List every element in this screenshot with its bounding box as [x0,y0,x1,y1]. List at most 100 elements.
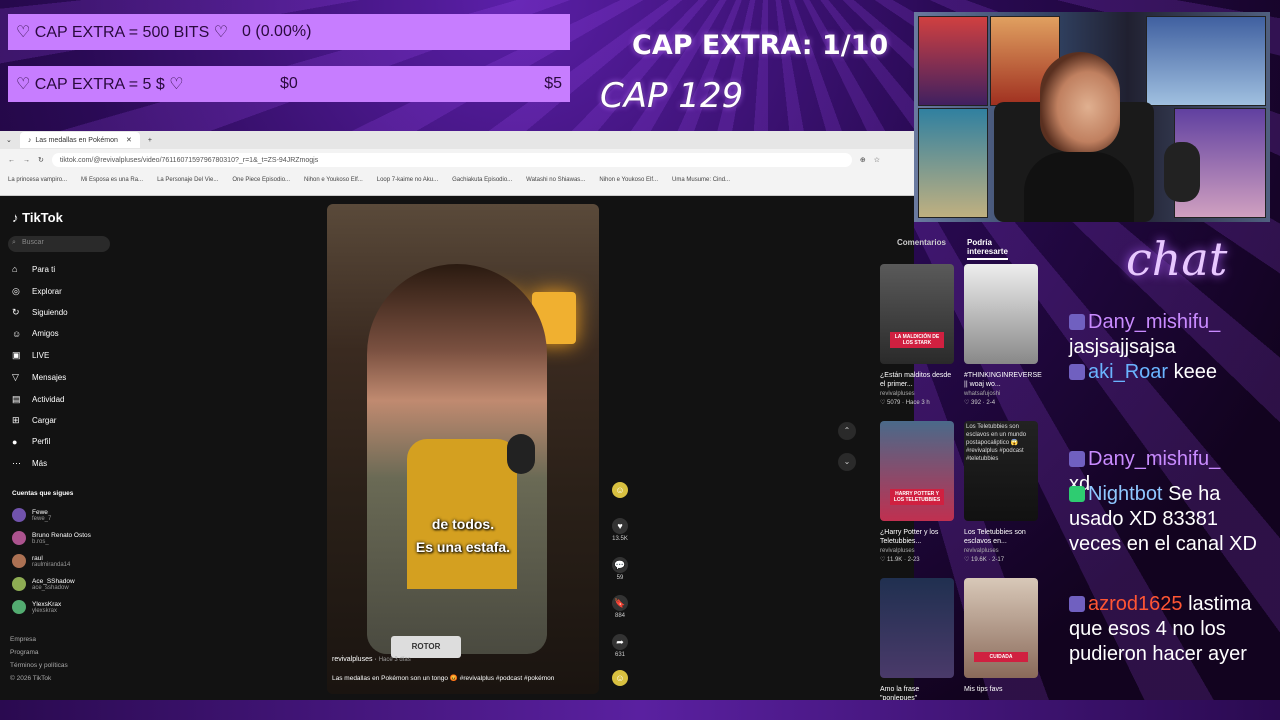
chat-username: Dany_mishifu_ [1088,448,1221,470]
dollar-goal-current: $0 [280,75,298,92]
sound-avatar[interactable]: ☺ [610,670,630,688]
suggested-video-card[interactable]: LA MALDICIÓN DE LOS STARK ¿Están malditos… [880,264,954,406]
comment-button[interactable]: 💬 59 [610,556,630,581]
suggested-video-card[interactable]: HARRY POTTER Y LOS TELETUBBIES ¿Harry Pot… [880,421,954,563]
video-subtitle-2: Es una estafa. [415,539,511,555]
account-handle: raulmiranda14 [32,561,71,568]
tiktok-logo[interactable]: ♪ TikTok [12,210,63,225]
nav-icon: ◎ [12,285,20,296]
tab-suggested[interactable]: Podría interesarte [967,238,1008,260]
nav-item-cargar[interactable]: ⊞ Cargar [12,415,56,426]
following-account[interactable]: Bruno Renato Ostos b.ros_ [12,531,91,545]
reload-icon[interactable]: ↻ [38,156,44,164]
card-stats: ♡ 5079 · Hace 3 h [880,400,930,406]
search-input[interactable]: ⌕ Buscar [8,236,110,252]
host-shirt [407,439,517,589]
account-name: Bruno Renato Ostos [32,531,91,539]
creator-avatar[interactable]: ☺ [610,482,630,500]
nav-item-perfil[interactable]: ● Perfil [12,437,50,447]
streamer-microphone [1164,142,1200,202]
avatar [12,508,26,522]
card-stats: ♡ 392 · 2-4 [964,400,996,406]
card-title: ¿Están malditos desde el primer... [880,372,952,388]
zoom-icon[interactable]: ⊕ [860,156,866,164]
nav-icon: ▽ [12,372,19,382]
nav-item-explorar[interactable]: ◎ Explorar [12,286,62,297]
bookmark-item[interactable]: Nihon e Youkoso Elf... [599,177,658,183]
forward-icon[interactable]: → [23,157,30,164]
chat-badge-icon [1069,486,1085,502]
nav-item-siguiendo[interactable]: ↻ Siguiendo [12,307,68,318]
anime-poster [918,16,988,106]
tab-comments[interactable]: Comentarios [897,238,946,247]
account-name: Fewe [32,508,48,516]
card-user: revivalpluses [964,548,999,554]
video-thumbnail: Los Teletubbies son esclavos en un mundo… [964,421,1038,521]
previous-video-button[interactable]: ⌃ [838,422,856,440]
nav-icon: ⊞ [12,415,20,426]
chevron-down-icon[interactable]: ⌄ [6,136,12,144]
browser-tab-title: Las medallas en Pokémon [35,136,118,144]
footer-link[interactable]: Empresa [10,636,36,643]
following-account[interactable]: Ace_SShadow ace_sshadow [12,577,75,591]
chat-message: azrod1625 lastima que esos 4 no los pudi… [1069,592,1274,667]
nav-item-label: Explorar [32,286,62,296]
bookmark-item[interactable]: Watashi no Shiawas... [526,177,585,183]
suggested-video-card[interactable]: CUIDADA Mis tips favs [964,578,1038,694]
nav-item-live[interactable]: ▣ LIVE [12,350,49,361]
bookmark-item[interactable]: La Personaje Del Vie... [157,177,218,183]
browser-toolbar: ← → ↻ tiktok.com/@revivalpluses/video/76… [0,149,914,171]
tiktok-favicon-icon: ♪ [27,136,32,144]
nav-item-actividad[interactable]: ▤ Actividad [12,394,64,405]
suggested-video-card[interactable]: Los Teletubbies son esclavos en un mundo… [964,421,1038,563]
footer-link[interactable]: © 2026 TikTok [10,675,51,682]
video-player[interactable]: de todos. Es una estafa. ROTOR revivalpl… [327,204,599,694]
next-video-button[interactable]: ⌄ [838,453,856,471]
card-user: revivalpluses [880,391,915,397]
browser-window: ⌄ ♪ Las medallas en Pokémon ✕ + ← → ↻ ti… [0,131,914,196]
suggested-video-card[interactable]: #THINKINGINREVERSE || woaj wo... whatsafu… [964,264,1042,406]
nav-item-amigos[interactable]: ☺ Amigos [12,329,59,339]
following-account[interactable]: Fewe fewe_7 [12,508,51,522]
bookmark-star-icon[interactable]: ☆ [874,156,880,164]
back-icon[interactable]: ← [8,157,15,164]
bookmark-item[interactable]: Gachiakuta Episodio... [452,177,512,183]
footer-link[interactable]: Programa [10,649,39,656]
bookmark-item[interactable]: Nihon e Youkoso Elf... [304,177,363,183]
new-tab-icon[interactable]: + [148,137,152,144]
footer-link[interactable]: Términos y políticas [10,662,68,669]
video-thumbnail: CUIDADA [964,578,1038,678]
browser-tab[interactable]: ♪ Las medallas en Pokémon ✕ [19,132,140,148]
address-bar-url: tiktok.com/@revivalpluses/video/76116071… [59,156,319,164]
dollar-goal-label: ♡ CAP EXTRA = 5 $ ♡ [16,76,184,93]
close-icon[interactable]: ✕ [126,136,132,144]
thumbnail-text: HARRY POTTER Y LOS TELETUBBIES [890,489,944,505]
following-account[interactable]: raul raulmiranda14 [12,554,70,568]
microphone [507,434,535,474]
chat-text: keee [1173,361,1217,383]
nav-item-label: Más [32,459,48,469]
bookmark-item[interactable]: Uma Musume: Cind... [672,177,730,183]
suggested-video-card[interactable]: Amo la frase "ponlepues" [880,578,954,703]
like-button[interactable]: ♥ 13.5K [610,518,630,542]
bookmark-item[interactable]: Mi Esposa es una Ra... [81,177,143,183]
video-caption: Las medallas en Pokémon son un tongo 😡 #… [332,675,555,682]
chat-badge-icon [1069,596,1085,612]
account-name: raul [32,554,43,562]
nav-item-label: Perfil [32,437,51,447]
nav-item-mensajes[interactable]: ▽ Mensajes [12,372,66,383]
bookmark-item[interactable]: La princesa vampiro... [8,177,67,183]
nav-icon: ⌂ [12,264,18,274]
chat-message: aki_Roar keee [1069,360,1274,385]
following-account[interactable]: YlexsKrax ylexskrax [12,600,61,614]
share-button[interactable]: ➦ 631 [610,633,630,658]
bookmark-item[interactable]: One Piece Episodio... [232,177,290,183]
search-icon: ⌕ [12,239,16,246]
save-button[interactable]: 🔖 884 [610,595,630,619]
video-author[interactable]: revivalpluses · Hace 3 días [332,656,411,663]
bookmark-item[interactable]: Loop 7-kaime no Aku... [377,177,438,183]
nav-item-para-ti[interactable]: ⌂ Para ti [12,264,55,274]
nav-item-label: Cargar [32,416,57,426]
nav-item-más[interactable]: ⋯ Más [12,458,47,469]
address-bar[interactable]: tiktok.com/@revivalpluses/video/76116071… [51,153,852,167]
